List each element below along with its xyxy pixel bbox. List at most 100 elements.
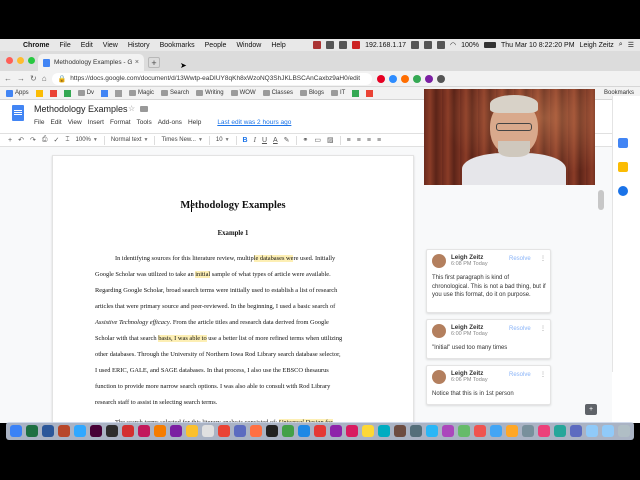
menu-edit[interactable]: Edit bbox=[76, 42, 98, 49]
home-icon[interactable]: ⌂ bbox=[42, 74, 47, 83]
resolve-button[interactable]: Resolve bbox=[509, 326, 531, 332]
body-line[interactable]: Assistive Technology efficacy. From the … bbox=[95, 319, 329, 326]
docs-menu-view[interactable]: View bbox=[68, 119, 82, 126]
link-icon[interactable]: ⚭ bbox=[303, 136, 309, 144]
app-icon[interactable] bbox=[282, 425, 294, 437]
tab-close-icon[interactable]: × bbox=[135, 59, 139, 66]
menu-app-name[interactable]: Chrome bbox=[18, 42, 54, 49]
reload-icon[interactable]: ↻ bbox=[30, 74, 37, 83]
firefox-icon[interactable] bbox=[250, 425, 262, 437]
app-icon[interactable] bbox=[394, 425, 406, 437]
justify-icon[interactable]: ≡ bbox=[377, 137, 381, 144]
bookmark-icon[interactable] bbox=[63, 89, 71, 97]
italic-button[interactable]: I bbox=[254, 136, 256, 144]
align-right-icon[interactable]: ≡ bbox=[367, 137, 371, 144]
finder-icon[interactable] bbox=[10, 425, 22, 437]
document-page[interactable]: Methodology Examples Example 1 In identi… bbox=[52, 155, 414, 423]
app-icon[interactable] bbox=[426, 425, 438, 437]
bookmark-icon[interactable] bbox=[115, 89, 123, 97]
app-icon[interactable] bbox=[298, 425, 310, 437]
status-icon[interactable] bbox=[436, 41, 445, 49]
app-icon[interactable] bbox=[362, 425, 374, 437]
comment-card[interactable]: Leigh Zeitz 6:00 PM Today Resolve ⋮ "Ini… bbox=[426, 319, 551, 359]
body-line[interactable]: function to provide more narrow search o… bbox=[95, 383, 330, 390]
chrome-icon[interactable] bbox=[218, 425, 230, 437]
excel-icon[interactable] bbox=[26, 425, 38, 437]
docs-menu-format[interactable]: Format bbox=[110, 119, 131, 126]
docs-menu-edit[interactable]: Edit bbox=[50, 119, 61, 126]
comment-icon[interactable]: ▭ bbox=[314, 136, 321, 144]
body-line[interactable]: Regarding Google Scholar, broad search t… bbox=[95, 287, 337, 294]
minimize-window-button[interactable] bbox=[17, 57, 24, 64]
app-icon[interactable] bbox=[570, 425, 582, 437]
close-window-button[interactable] bbox=[6, 57, 13, 64]
trash-icon[interactable] bbox=[618, 425, 630, 437]
dreamweaver-icon[interactable] bbox=[90, 425, 102, 437]
app-icon[interactable] bbox=[234, 425, 246, 437]
print-icon[interactable]: ⎙ bbox=[42, 136, 48, 144]
photoshop-icon[interactable] bbox=[74, 425, 86, 437]
pinterest-extension-icon[interactable] bbox=[376, 74, 385, 83]
app-icon[interactable] bbox=[346, 425, 358, 437]
user-name[interactable]: Leigh Zeitz bbox=[580, 42, 614, 49]
bookmark-magic[interactable]: Magic bbox=[129, 90, 154, 96]
app-icon[interactable] bbox=[202, 425, 214, 437]
last-edit-link[interactable]: Last edit was 2 hours ago bbox=[217, 119, 291, 126]
forward-icon[interactable]: → bbox=[17, 74, 25, 83]
zoom-window-button[interactable] bbox=[28, 57, 35, 64]
app-icon[interactable] bbox=[490, 425, 502, 437]
text-color-button[interactable]: A bbox=[273, 137, 278, 144]
app-icon[interactable] bbox=[410, 425, 422, 437]
folder-icon[interactable] bbox=[602, 425, 614, 437]
docs-logo-icon[interactable] bbox=[12, 105, 24, 121]
extension-icon[interactable] bbox=[388, 74, 397, 83]
add-comment-icon[interactable]: + bbox=[585, 404, 597, 415]
bold-button[interactable]: B bbox=[243, 137, 248, 144]
menu-help[interactable]: Help bbox=[266, 42, 290, 49]
redo-icon[interactable]: ↷ bbox=[30, 136, 36, 144]
document-title[interactable]: Methodology Examples bbox=[34, 104, 128, 114]
extension-icon[interactable] bbox=[412, 74, 421, 83]
comment-card[interactable]: Leigh Zeitz 6:08 PM Today Resolve ⋮ This… bbox=[426, 249, 551, 313]
record-icon[interactable] bbox=[313, 41, 322, 49]
url-input[interactable]: 🔒 https://docs.google.com/document/d/13W… bbox=[51, 72, 372, 85]
app-icon[interactable] bbox=[378, 425, 390, 437]
docs-menu-tools[interactable]: Tools bbox=[137, 119, 152, 126]
keep-icon[interactable] bbox=[618, 162, 628, 172]
image-icon[interactable]: ▨ bbox=[327, 136, 334, 144]
menu-view[interactable]: View bbox=[98, 42, 123, 49]
menu-bookmarks[interactable]: Bookmarks bbox=[155, 42, 200, 49]
app-icon[interactable] bbox=[170, 425, 182, 437]
body-line[interactable]: Scholar with that search basis, I was ab… bbox=[95, 335, 342, 342]
tab-methodology-examples[interactable]: Methodology Examples - Goo × bbox=[38, 54, 144, 71]
more-options-icon[interactable]: ⋮ bbox=[540, 325, 546, 332]
docs-menu-insert[interactable]: Insert bbox=[88, 119, 104, 126]
underline-button[interactable]: U bbox=[262, 137, 267, 144]
undo-icon[interactable]: ↶ bbox=[18, 136, 24, 144]
spotlight-icon[interactable]: ⌕ bbox=[619, 41, 623, 49]
docs-menu-help[interactable]: Help bbox=[188, 119, 201, 126]
document-heading[interactable]: Methodology Examples bbox=[53, 200, 413, 211]
bookmark-dv[interactable]: Dv bbox=[77, 90, 94, 96]
bookmark-icon[interactable] bbox=[366, 89, 374, 97]
resolve-button[interactable]: Resolve bbox=[509, 256, 531, 262]
menu-file[interactable]: File bbox=[54, 42, 75, 49]
add-icon[interactable]: + bbox=[8, 137, 12, 144]
menu-history[interactable]: History bbox=[123, 42, 155, 49]
app-icon[interactable] bbox=[442, 425, 454, 437]
app-icon[interactable] bbox=[106, 425, 118, 437]
acrobat-icon[interactable] bbox=[122, 425, 134, 437]
menu-window[interactable]: Window bbox=[231, 42, 266, 49]
bookmark-apps[interactable]: Apps bbox=[6, 89, 29, 97]
body-line[interactable]: research staff to assist in selecting se… bbox=[95, 399, 217, 406]
bookmark-search[interactable]: Search bbox=[161, 90, 189, 96]
status-icon[interactable] bbox=[326, 41, 335, 49]
align-left-icon[interactable]: ≡ bbox=[347, 137, 351, 144]
app-icon[interactable] bbox=[314, 425, 326, 437]
comment-card[interactable]: Leigh Zeitz 6:06 PM Today Resolve ⋮ Noti… bbox=[426, 365, 551, 405]
calendar-icon[interactable] bbox=[618, 138, 628, 148]
menu-people[interactable]: People bbox=[200, 42, 232, 49]
back-icon[interactable]: ← bbox=[4, 74, 12, 83]
body-line[interactable]: other databases. Through the University … bbox=[95, 351, 341, 358]
status-icon[interactable] bbox=[339, 41, 348, 49]
